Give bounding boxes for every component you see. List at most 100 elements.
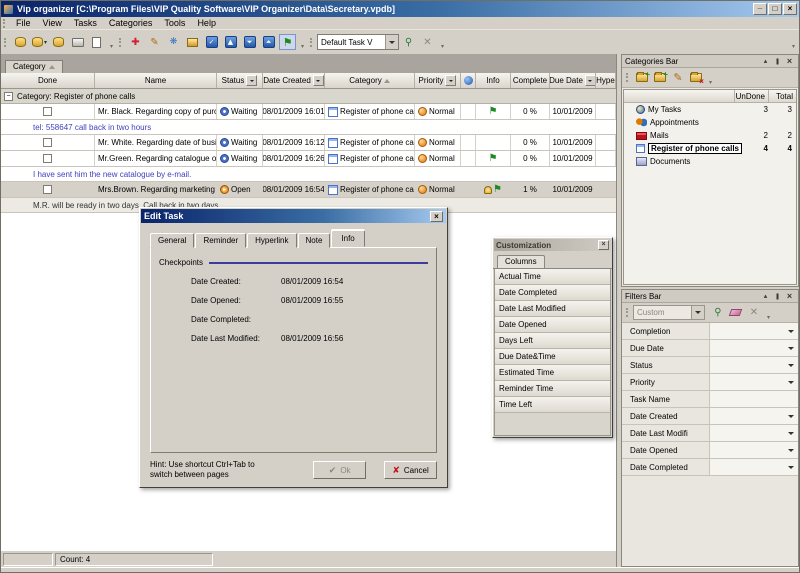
filters-collapse-icon[interactable] (760, 291, 771, 301)
task-note-row[interactable]: I have sent him the new catalogue by e-m… (1, 167, 616, 182)
toolbar-grip-3[interactable] (310, 38, 313, 47)
task-view-combo-dropdown-icon[interactable] (385, 35, 398, 49)
edit-view-icon[interactable] (400, 34, 417, 50)
list-item[interactable]: Due Date&Time (495, 349, 610, 365)
menu-file[interactable]: File (10, 17, 37, 29)
filter-dropdown-icon[interactable] (784, 425, 798, 441)
done-checkbox[interactable] (43, 185, 52, 194)
customization-close-icon[interactable] (598, 240, 609, 250)
list-item[interactable]: Reminder Time (495, 381, 610, 397)
filter-value[interactable] (710, 374, 784, 390)
category-item-register-of-phone-calls[interactable]: Register of phone calls 4 4 (624, 142, 796, 155)
close-button[interactable] (783, 3, 797, 15)
done-checkbox[interactable] (43, 107, 52, 116)
tab-general[interactable]: General (150, 233, 194, 248)
ok-button[interactable]: Ok (313, 461, 366, 479)
categories-collapse-icon[interactable] (760, 56, 771, 66)
mark-done-icon[interactable]: ✓ (203, 34, 220, 50)
done-checkbox[interactable] (43, 138, 52, 147)
column-header-status[interactable]: Status (217, 73, 263, 88)
categories-pin-icon[interactable] (772, 56, 783, 66)
filter-value[interactable] (710, 442, 784, 458)
collapse-group-icon[interactable]: − (4, 92, 13, 101)
column-header-name[interactable]: Name (95, 73, 217, 88)
menu-tools[interactable]: Tools (158, 17, 191, 29)
delete-task-icon[interactable] (165, 34, 182, 50)
filter-dropdown-icon[interactable] (784, 323, 798, 339)
list-item[interactable]: Estimated Time (495, 365, 610, 381)
new-subcategory-icon[interactable]: + (651, 70, 669, 86)
list-item[interactable]: Date Opened (495, 317, 610, 333)
cancel-button[interactable]: Cancel (384, 461, 437, 479)
column-header-category[interactable]: Category (325, 73, 415, 88)
filter-value[interactable] (710, 459, 784, 475)
categories-toolbar-overflow[interactable] (707, 70, 714, 86)
column-header-priority[interactable]: Priority (415, 73, 461, 88)
filter-value[interactable] (710, 408, 784, 424)
note-flag-toggle-icon[interactable] (279, 34, 296, 50)
filters-close-icon[interactable] (784, 291, 795, 301)
table-row[interactable]: Mr. White. Regarding date of business me… (1, 135, 616, 151)
edit-task-close-icon[interactable] (430, 211, 443, 222)
toolbar-grip-2[interactable] (119, 38, 122, 47)
filter-value[interactable] (710, 340, 784, 356)
toolbar-grip-1[interactable] (4, 38, 7, 47)
menu-view[interactable]: View (37, 17, 68, 29)
list-item[interactable]: Days Left (495, 333, 610, 349)
column-header-done[interactable]: Done (1, 73, 95, 88)
due-date-filter-dropdown-icon[interactable] (585, 75, 596, 86)
category-item-my-tasks[interactable]: My Tasks 3 3 (624, 103, 796, 116)
task-note-row[interactable]: tel: 558647 call back in two hours (1, 120, 616, 135)
filters-pin-icon[interactable] (772, 291, 783, 301)
filters-toolbar-grip[interactable] (626, 308, 629, 317)
menu-help[interactable]: Help (191, 17, 222, 29)
filter-value[interactable] (710, 323, 784, 339)
filter-preset-dropdown-icon[interactable] (691, 306, 704, 319)
category-item-appointments[interactable]: Appointments (624, 116, 796, 129)
tab-columns[interactable]: Columns (497, 255, 545, 268)
toolbar-overflow-2[interactable] (299, 34, 306, 50)
filters-toolbar-overflow[interactable] (765, 305, 772, 321)
filter-dropdown-icon[interactable] (784, 340, 798, 356)
list-item[interactable]: Time Left (495, 397, 610, 413)
filter-dropdown-icon[interactable] (784, 459, 798, 475)
delete-filter-icon[interactable] (745, 305, 763, 321)
table-row[interactable]: Mr.Green. Regarding catalogue of new Wai… (1, 151, 616, 167)
edit-task-icon[interactable] (146, 34, 163, 50)
column-header-hyperlink[interactable]: Hype (596, 73, 616, 88)
filter-value[interactable] (710, 425, 784, 441)
filter-preset-combo[interactable]: Custom (633, 305, 705, 320)
column-header-due-date[interactable]: Due Date (550, 73, 596, 88)
column-header-reminder[interactable] (461, 73, 476, 88)
filter-dropdown-icon[interactable] (784, 374, 798, 390)
category-item-mails[interactable]: Mails 2 2 (624, 129, 796, 142)
delete-view-icon[interactable] (419, 34, 436, 50)
group-by-tab-category[interactable]: Category (5, 60, 63, 73)
tab-hyperlink[interactable]: Hyperlink (247, 233, 296, 248)
table-row[interactable]: Mr. Black. Regarding copy of purchasing … (1, 104, 616, 120)
done-checkbox[interactable] (43, 154, 52, 163)
toolbar-overflow-right[interactable] (790, 34, 797, 50)
categories-toolbar-grip[interactable] (626, 73, 629, 82)
print-icon[interactable] (69, 34, 86, 50)
list-item[interactable]: Date Last Modified (495, 301, 610, 317)
save-database-icon[interactable] (50, 34, 67, 50)
move-up-icon[interactable]: ▲ (222, 34, 239, 50)
column-header-complete[interactable]: Complete (511, 73, 550, 88)
column-header-info[interactable]: Info (476, 73, 511, 88)
menu-categories[interactable]: Categories (103, 17, 159, 29)
new-task-icon[interactable] (127, 34, 144, 50)
print-preview-icon[interactable] (88, 34, 105, 50)
column-header-date-created[interactable]: Date Created (263, 73, 325, 88)
filter-dropdown-icon[interactable] (784, 408, 798, 424)
move-top-icon[interactable]: ⏶ (260, 34, 277, 50)
tab-info[interactable]: Info (331, 230, 364, 247)
table-row-selected[interactable]: Mrs.Brown. Regarding marketing research.… (1, 182, 616, 198)
menu-grip[interactable] (3, 19, 6, 28)
new-category-icon[interactable]: + (633, 70, 651, 86)
clear-filter-icon[interactable] (727, 305, 745, 321)
delete-category-icon[interactable]: × (687, 70, 705, 86)
category-item-documents[interactable]: Documents (624, 155, 796, 168)
group-row[interactable]: − Category: Register of phone calls (1, 89, 616, 104)
filter-value[interactable] (710, 357, 784, 373)
